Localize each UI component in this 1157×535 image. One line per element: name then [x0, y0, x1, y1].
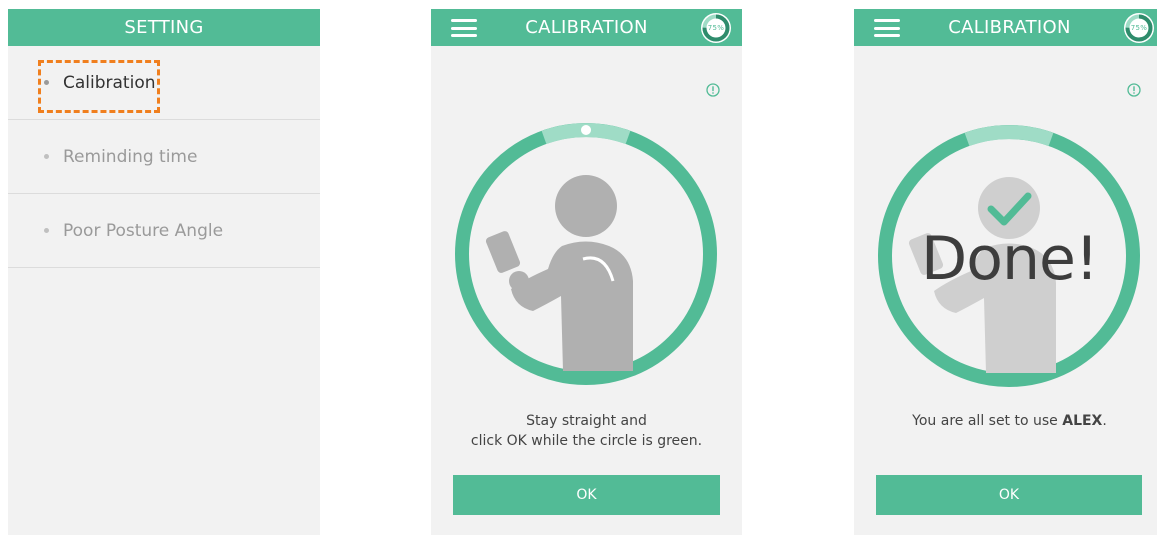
instruction-line-2: click OK while the circle is green.: [470, 433, 703, 449]
menu-item-poor-posture-angle[interactable]: Poor Posture Angle: [8, 194, 320, 268]
page-title: CALIBRATION: [525, 17, 648, 38]
menu-item-reminding-time[interactable]: Reminding time: [8, 120, 320, 194]
setting-header: SETTING: [8, 9, 320, 46]
bullet-icon: [44, 154, 49, 159]
info-icon[interactable]: [1127, 83, 1141, 97]
menu-item-label: Reminding time: [63, 146, 198, 167]
calibration-header: CALIBRATION 75%: [431, 9, 742, 46]
page-title: CALIBRATION: [948, 17, 1071, 38]
brand-name: ALEX: [1062, 413, 1103, 429]
calibration-screen: CALIBRATION 75% Stay straight and click …: [431, 9, 742, 535]
menu-item-label: Poor Posture Angle: [63, 220, 224, 241]
done-screen: CALIBRATION 75% Done! You are all set to…: [854, 9, 1157, 535]
ok-button-label: OK: [576, 487, 597, 503]
battery-indicator: 75%: [1123, 12, 1155, 44]
ok-button-label: OK: [998, 487, 1020, 503]
battery-label: 75%: [707, 24, 725, 32]
menu-icon[interactable]: [451, 19, 477, 37]
ok-button[interactable]: OK: [876, 475, 1142, 515]
calibration-dial: [455, 123, 717, 385]
dial-marker-icon: [581, 125, 591, 135]
menu-icon[interactable]: [874, 19, 900, 37]
page-title: SETTING: [124, 17, 204, 38]
highlight-box: [38, 60, 160, 113]
done-label: Done!: [921, 224, 1099, 294]
battery-indicator: 75%: [700, 12, 732, 44]
info-icon[interactable]: [706, 83, 720, 97]
battery-label: 75%: [1130, 24, 1148, 32]
message-prefix: You are all set to use: [912, 413, 1063, 429]
instruction-line-1: Stay straight and: [526, 413, 647, 429]
done-header: CALIBRATION 75%: [854, 9, 1157, 46]
ok-button[interactable]: OK: [453, 475, 720, 515]
bullet-icon: [44, 228, 49, 233]
message-suffix: .: [1102, 413, 1107, 429]
completion-message: You are all set to use ALEX.: [854, 411, 1157, 431]
